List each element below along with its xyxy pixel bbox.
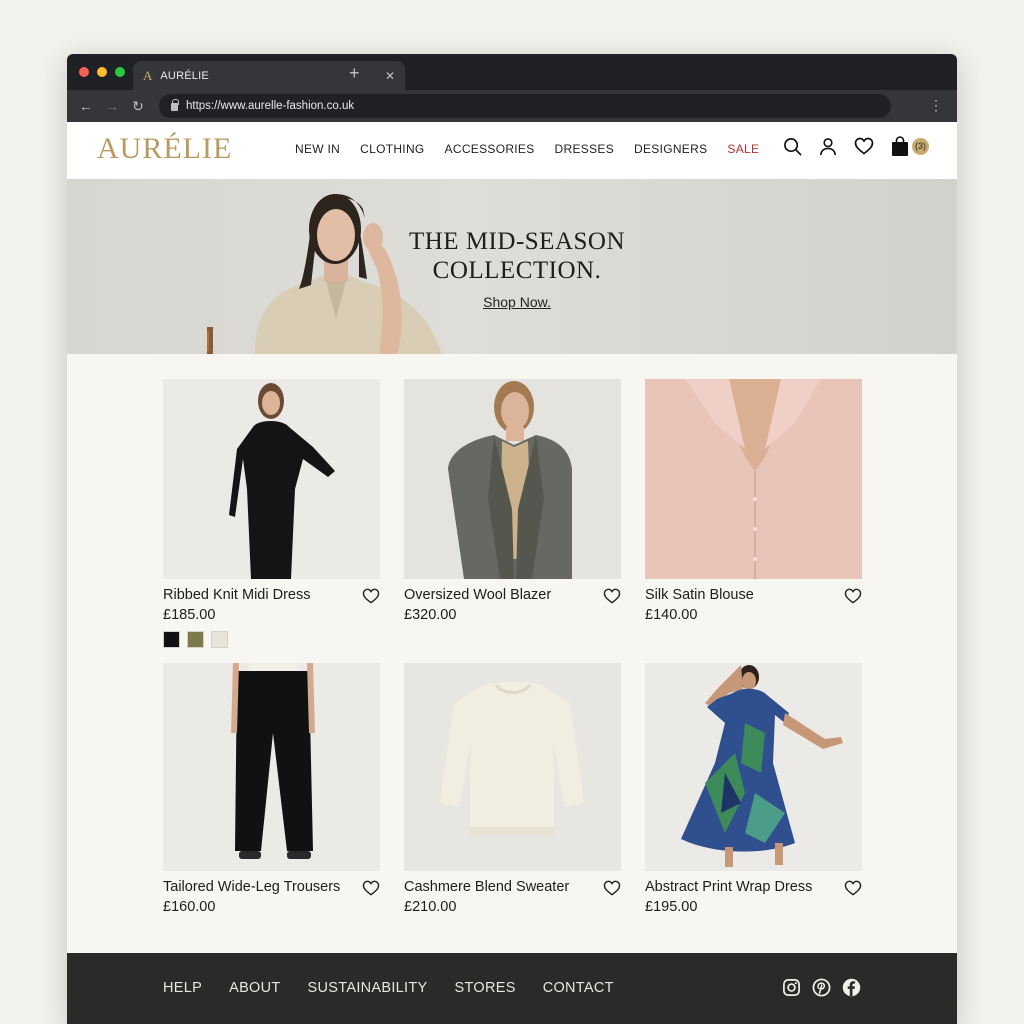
reload-icon[interactable]: ↻: [125, 98, 151, 115]
browser-toolbar: ← → ↻ https://www.aurelle-fashion.co.uk …: [67, 90, 957, 122]
close-tab-icon[interactable]: ✕: [385, 69, 395, 83]
wishlist-heart-icon[interactable]: [603, 880, 621, 896]
shop-now-link[interactable]: Shop Now.: [367, 294, 667, 310]
product-grid: Ribbed Knit Midi Dress £185.00 Oversized…: [163, 379, 862, 915]
lock-icon: [171, 99, 179, 111]
product-name[interactable]: Oversized Wool Blazer: [404, 587, 621, 603]
brand-logo[interactable]: AURÉLIE: [97, 132, 232, 166]
shopping-bag-icon[interactable]: [890, 135, 910, 156]
product-card: Ribbed Knit Midi Dress £185.00: [163, 379, 380, 663]
product-name[interactable]: Abstract Print Wrap Dress: [645, 879, 862, 895]
product-price: £185.00: [163, 607, 216, 623]
main-nav: NEW IN CLOTHING ACCESSORIES DRESSES DESI…: [295, 142, 759, 156]
instagram-icon[interactable]: [782, 978, 801, 997]
hero-banner[interactable]: THE MID-SEASON COLLECTION. Shop Now.: [67, 179, 957, 354]
url-text: https://www.aurelle-fashion.co.uk: [186, 100, 355, 112]
wishlist-heart-icon[interactable]: [844, 880, 862, 896]
product-card: Cashmere Blend Sweater £210.00: [404, 663, 621, 915]
wishlist-heart-icon[interactable]: [603, 588, 621, 604]
product-info: Tailored Wide-Leg Trousers £160.00: [163, 871, 380, 915]
swatch-black[interactable]: [163, 631, 180, 648]
nav-sale[interactable]: SALE: [727, 142, 759, 156]
search-icon[interactable]: [782, 136, 802, 156]
product-info: Cashmere Blend Sweater £210.00: [404, 871, 621, 915]
wishlist-heart-icon[interactable]: [362, 880, 380, 896]
back-arrow-icon[interactable]: ←: [73, 98, 99, 114]
product-price: £210.00: [404, 899, 457, 915]
product-price: £140.00: [645, 607, 698, 623]
site-header: AURÉLIE NEW IN CLOTHING ACCESSORIES DRES…: [67, 122, 957, 179]
product-info: Oversized Wool Blazer £320.00: [404, 579, 621, 623]
nav-new-in[interactable]: NEW IN: [295, 142, 340, 156]
product-info: Silk Satin Blouse £140.00: [645, 579, 862, 623]
wishlist-heart-icon[interactable]: [362, 588, 380, 604]
hero-title-line-2: COLLECTION.: [432, 257, 602, 284]
product-name[interactable]: Tailored Wide-Leg Trousers: [163, 879, 380, 895]
window-controls: [79, 67, 125, 77]
browser-window: A AURÉLIE ✕ + ← → ↻ https://www.aurelle-…: [67, 54, 957, 1024]
product-image[interactable]: [645, 379, 862, 579]
product-image[interactable]: [163, 379, 380, 579]
footer-link-about[interactable]: ABOUT: [229, 980, 280, 996]
footer-link-help[interactable]: HELP: [163, 980, 202, 996]
product-price: £195.00: [645, 899, 698, 915]
hero-title: THE MID-SEASON COLLECTION.: [367, 227, 667, 285]
product-price: £160.00: [163, 899, 216, 915]
product-name[interactable]: Cashmere Blend Sweater: [404, 879, 621, 895]
nav-designers[interactable]: DESIGNERS: [634, 142, 707, 156]
footer-link-contact[interactable]: CONTACT: [543, 980, 614, 996]
cart-count-badge: (3): [912, 137, 929, 155]
footer-link-sustainability[interactable]: SUSTAINABILITY: [308, 980, 428, 996]
product-image[interactable]: [404, 663, 621, 871]
product-card: Oversized Wool Blazer £320.00: [404, 379, 621, 663]
product-image[interactable]: [404, 379, 621, 579]
footer-link-stores[interactable]: STORES: [455, 980, 516, 996]
cart[interactable]: (3): [890, 135, 929, 156]
swatch-olive[interactable]: [187, 631, 204, 648]
product-card: Tailored Wide-Leg Trousers £160.00: [163, 663, 380, 915]
product-name[interactable]: Ribbed Knit Midi Dress: [163, 587, 380, 603]
tab-title: AURÉLIE: [160, 69, 209, 82]
product-card: Silk Satin Blouse £140.00: [645, 379, 862, 663]
browser-menu-icon[interactable]: ⋮: [929, 98, 943, 112]
address-bar[interactable]: https://www.aurelle-fashion.co.uk: [159, 94, 891, 118]
pinterest-icon[interactable]: [812, 978, 831, 997]
nav-dresses[interactable]: DRESSES: [555, 142, 614, 156]
footer-links: HELP ABOUT SUSTAINABILITY STORES CONTACT: [163, 980, 614, 996]
nav-accessories[interactable]: ACCESSORIES: [445, 142, 535, 156]
tab-favicon: A: [143, 67, 153, 83]
facebook-icon[interactable]: [842, 978, 861, 997]
new-tab-icon[interactable]: +: [349, 63, 360, 84]
product-price: £320.00: [404, 607, 457, 623]
site-footer: HELP ABOUT SUSTAINABILITY STORES CONTACT: [67, 953, 957, 1024]
social-links: [782, 978, 861, 997]
close-window-button[interactable]: [79, 67, 89, 77]
browser-tab[interactable]: A AURÉLIE ✕: [133, 61, 405, 90]
nav-clothing[interactable]: CLOTHING: [360, 142, 424, 156]
header-actions: (3): [782, 135, 929, 156]
swatch-cream[interactable]: [211, 631, 228, 648]
maximize-window-button[interactable]: [115, 67, 125, 77]
account-icon[interactable]: [818, 136, 838, 156]
product-card: Abstract Print Wrap Dress £195.00: [645, 663, 862, 915]
wishlist-heart-icon[interactable]: [854, 136, 874, 156]
minimize-window-button[interactable]: [97, 67, 107, 77]
product-image[interactable]: [163, 663, 380, 871]
product-info: Ribbed Knit Midi Dress £185.00: [163, 579, 380, 648]
color-swatches: [163, 631, 380, 648]
product-info: Abstract Print Wrap Dress £195.00: [645, 871, 862, 915]
hero-title-line-1: THE MID-SEASON: [408, 228, 626, 255]
browser-tab-bar: A AURÉLIE ✕ +: [67, 54, 957, 90]
product-name[interactable]: Silk Satin Blouse: [645, 587, 862, 603]
forward-arrow-icon[interactable]: →: [99, 98, 125, 114]
product-image[interactable]: [645, 663, 862, 871]
wishlist-heart-icon[interactable]: [844, 588, 862, 604]
